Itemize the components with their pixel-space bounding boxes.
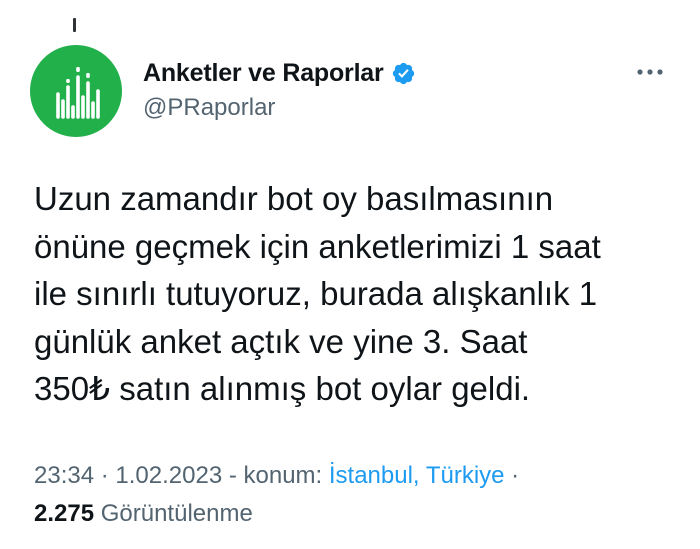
location-prefix: - konum: bbox=[222, 462, 329, 489]
tweet-date[interactable]: 1.02.2023 bbox=[115, 462, 222, 489]
tweet-text-line: 350₺ satın alınmış bot oylar geldi. bbox=[34, 370, 531, 407]
location-link[interactable]: İstanbul, Türkiye bbox=[329, 462, 505, 489]
author-info: Anketler ve Raporlar @PRaporlar bbox=[143, 56, 416, 122]
avatar[interactable] bbox=[30, 45, 122, 137]
author-name-row: Anketler ve Raporlar bbox=[143, 56, 416, 90]
view-count: 2.275 Görüntülenme bbox=[34, 500, 253, 528]
view-count-number: 2.275 bbox=[34, 500, 95, 527]
separator-dot: · bbox=[94, 462, 116, 489]
more-options-button[interactable] bbox=[630, 62, 670, 82]
author-handle[interactable]: @PRaporlar bbox=[143, 94, 416, 122]
tweet-time[interactable]: 23:34 bbox=[34, 462, 94, 489]
author-display-name[interactable]: Anketler ve Raporlar bbox=[143, 59, 384, 88]
tweet-text-line: önüne geçmek için anketlerimizi 1 saat bbox=[34, 227, 601, 265]
view-count-label: Görüntülenme bbox=[94, 500, 253, 527]
verified-badge-icon[interactable] bbox=[391, 61, 416, 86]
more-dots-icon bbox=[637, 69, 663, 75]
tweet-text-line: ile sınırlı tutuyoruz, burada alışkanlık… bbox=[34, 275, 598, 312]
tweet-text-line: Uzun zamandır bot oy basılmasının bbox=[34, 180, 554, 217]
tweet-text: Uzun zamandır bot oy basılmasının önüne … bbox=[34, 175, 674, 413]
bar-chart-logo-icon bbox=[56, 67, 100, 119]
decorative-tick bbox=[73, 18, 76, 32]
tweet-metadata: 23:34 · 1.02.2023 - konum: İstanbul, Tür… bbox=[34, 462, 519, 490]
separator-dot: · bbox=[504, 462, 520, 489]
tweet-text-line: günlük anket açtık ve yine 3. Saat bbox=[34, 322, 528, 360]
